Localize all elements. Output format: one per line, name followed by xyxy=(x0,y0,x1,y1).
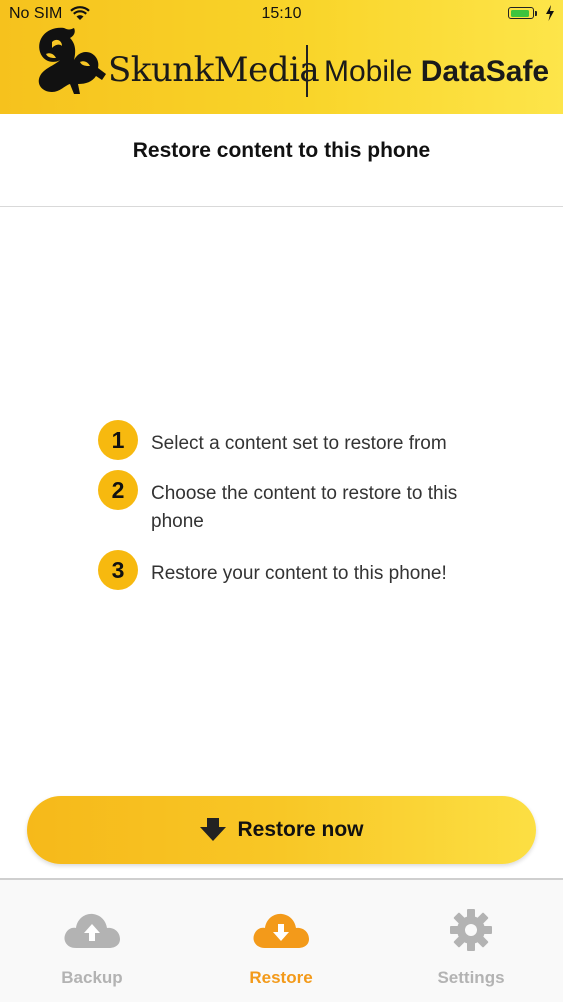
clock: 15:10 xyxy=(261,5,302,22)
arrow-down-icon xyxy=(200,818,227,841)
step-text: Select a content set to restore from xyxy=(151,433,447,454)
page-title: Restore content to this phone xyxy=(132,139,431,162)
tab-bar: Backup Restore Settings xyxy=(0,878,563,1002)
cloud-download-icon xyxy=(253,913,309,948)
brand-product-bold: DataSafe xyxy=(420,55,550,88)
tab-backup[interactable]: Backup xyxy=(32,880,152,1002)
tab-label: Backup xyxy=(61,968,123,987)
skunk-logo-icon xyxy=(38,27,106,94)
step-text: Choose the content to restore to this ph… xyxy=(151,483,458,532)
brand-company-name: SkunkMedia xyxy=(108,50,320,90)
battery-icon xyxy=(508,7,537,19)
tab-label: Settings xyxy=(437,968,505,987)
tab-settings[interactable]: Settings xyxy=(411,880,531,1002)
title-section: Restore content to this phone xyxy=(0,114,563,207)
charging-icon xyxy=(546,5,554,21)
step-number-badge: 1 xyxy=(98,420,138,460)
step-text: Restore your content to this phone! xyxy=(151,563,447,584)
app-header: No SIM 15:10 SkunkMedia Mobile DataSafe xyxy=(0,0,563,114)
restore-now-label: Restore now xyxy=(237,818,364,841)
cloud-upload-icon xyxy=(64,913,120,948)
step-number-badge: 3 xyxy=(98,550,138,590)
tab-label: Restore xyxy=(249,968,313,987)
tab-restore[interactable]: Restore xyxy=(221,880,341,1002)
brand-product-name: Mobile DataSafe xyxy=(324,55,549,89)
step-number-badge: 2 xyxy=(98,470,138,510)
gear-icon xyxy=(450,909,492,951)
brand-product-light: Mobile xyxy=(324,55,413,88)
restore-now-button[interactable]: Restore now xyxy=(27,796,536,864)
brand-divider xyxy=(306,45,308,97)
battery-level xyxy=(510,9,529,17)
